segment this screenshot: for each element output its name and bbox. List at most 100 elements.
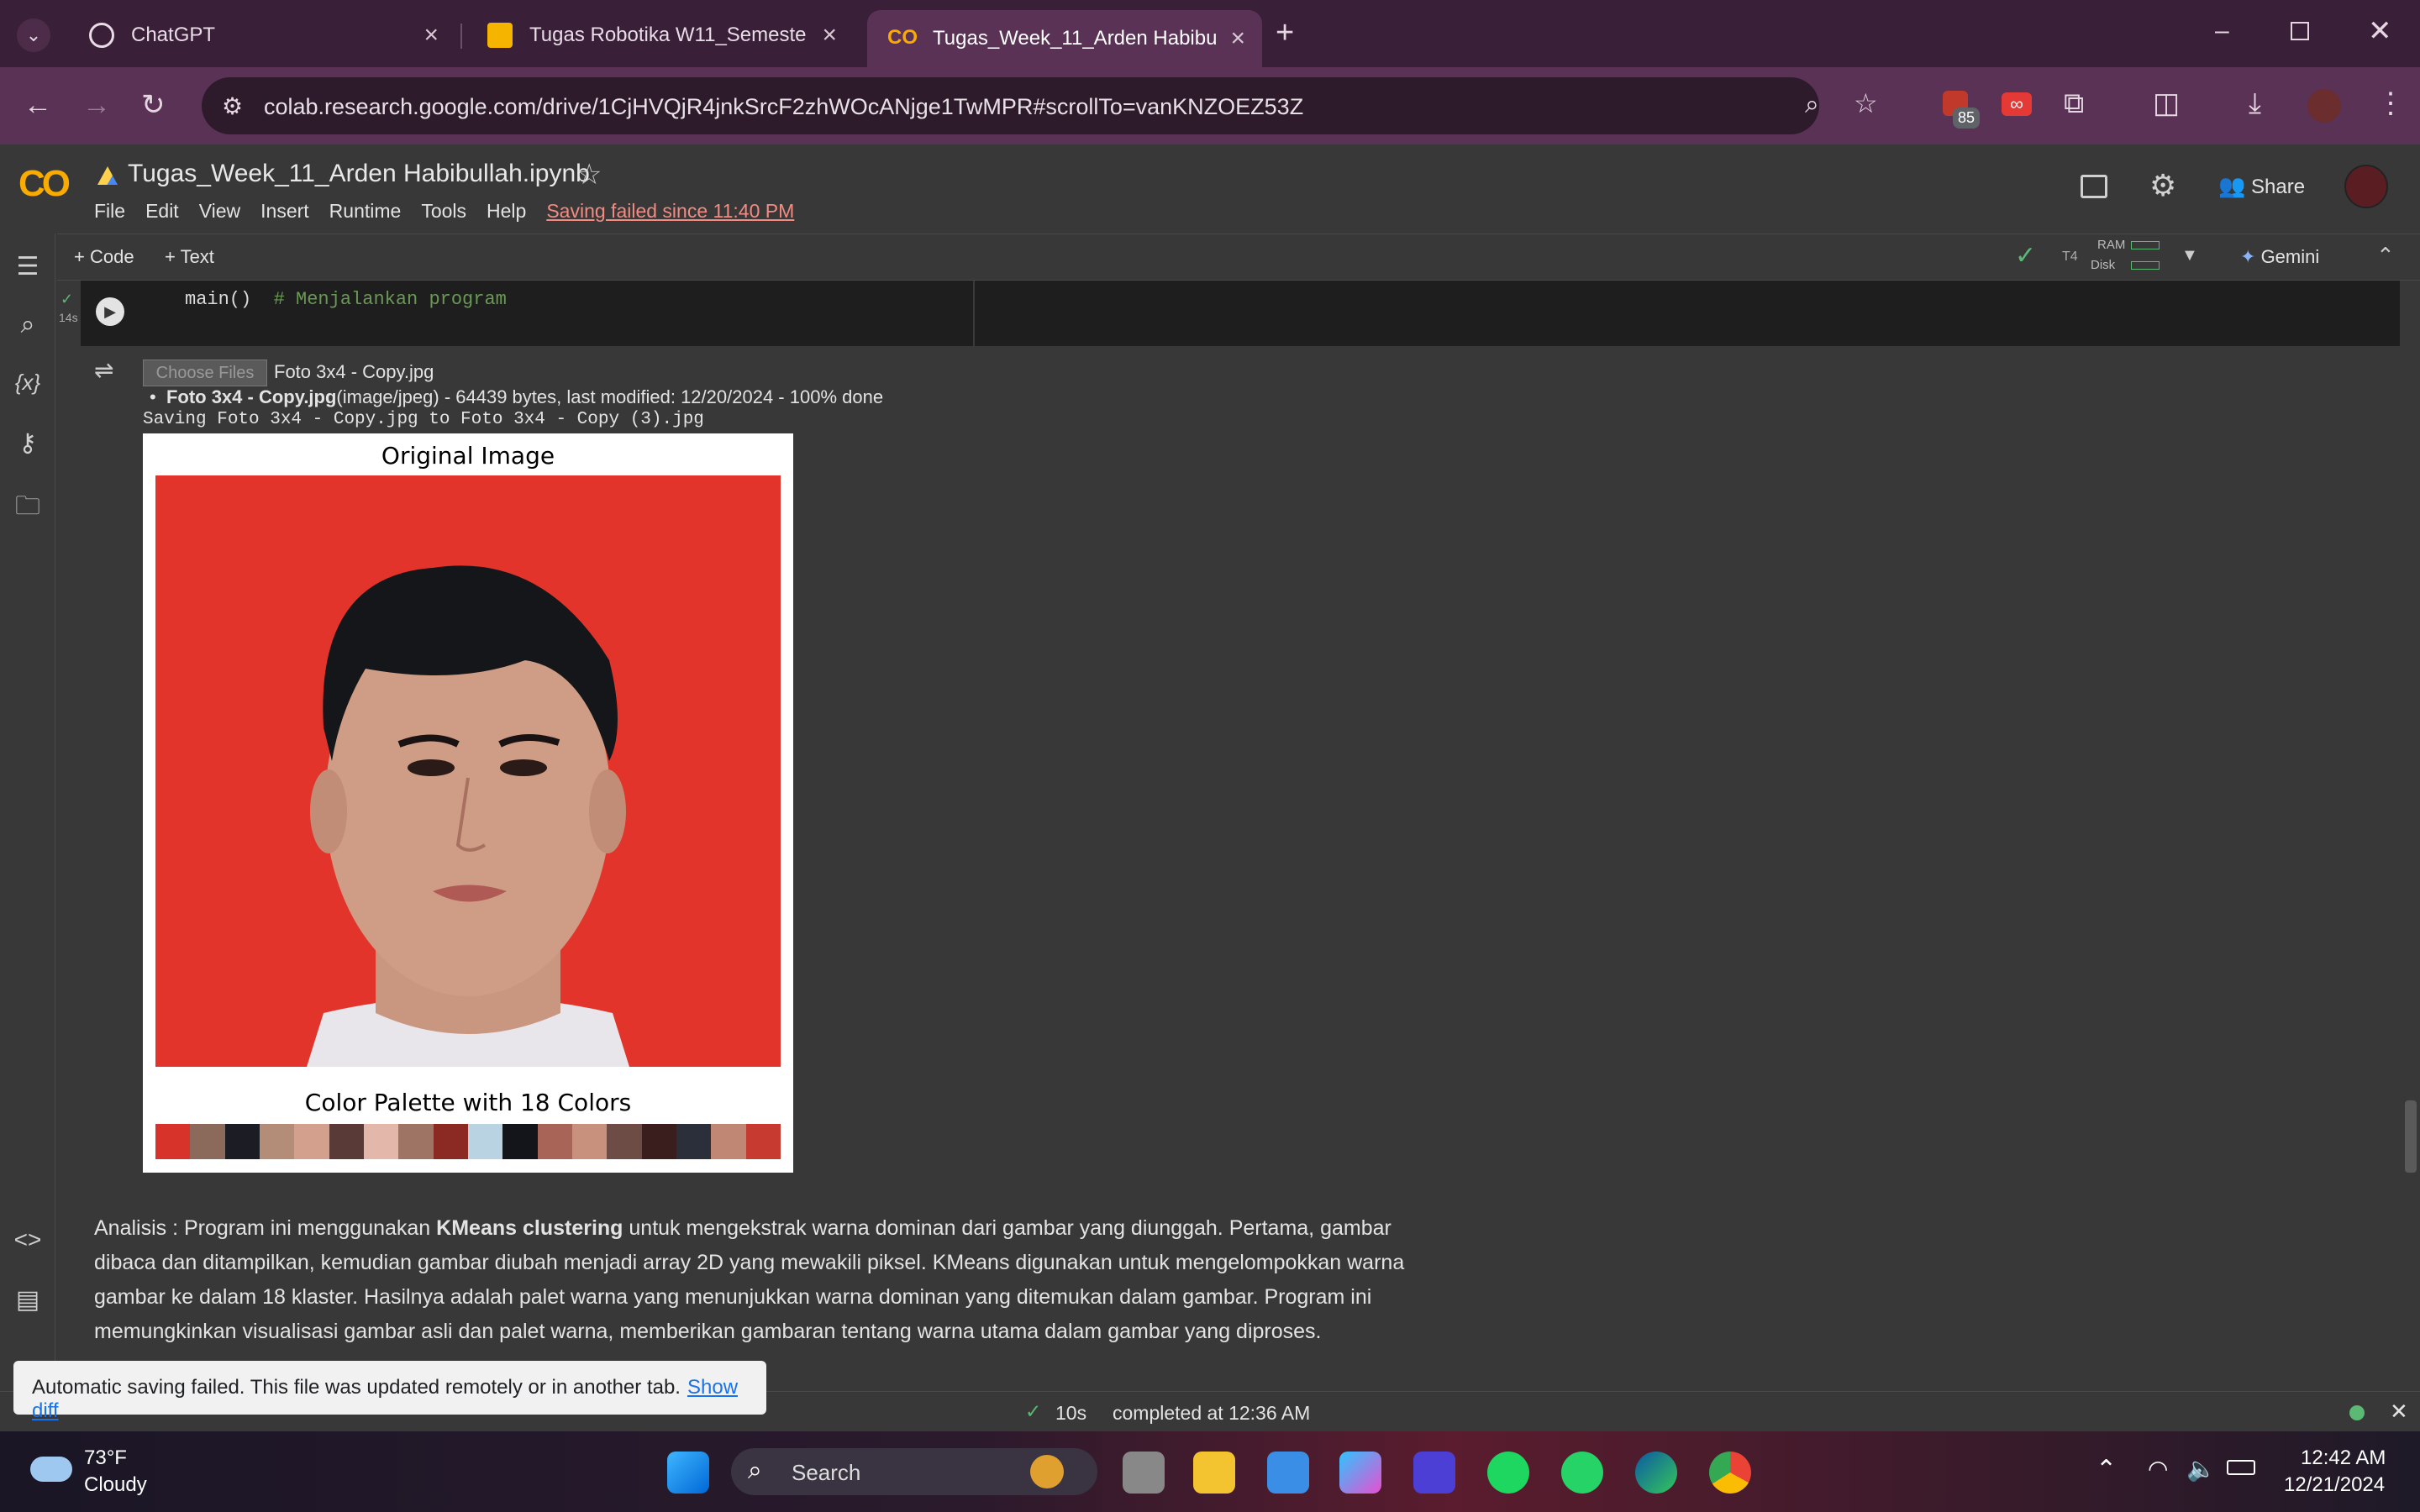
new-tab-icon[interactable]: +	[1276, 17, 1294, 49]
menu-tools[interactable]: Tools	[421, 200, 466, 223]
search-icon[interactable]: ⌕	[12, 311, 44, 343]
menu-file[interactable]: File	[94, 200, 125, 223]
runtime-status-dot	[2349, 1405, 2365, 1420]
browser-menu-icon[interactable]: ⋮	[2376, 89, 2405, 118]
close-icon[interactable]: ×	[822, 21, 837, 50]
variables-icon[interactable]: {x}	[12, 370, 44, 402]
file-explorer-icon[interactable]	[1193, 1452, 1235, 1494]
tab-separator	[460, 24, 462, 49]
forward-icon[interactable]: →	[82, 91, 111, 119]
browser-toolbar: ← → ↻ ⚙ colab.research.google.com/drive/…	[0, 67, 2420, 144]
menu-view[interactable]: View	[199, 200, 240, 223]
extensions-puzzle-icon[interactable]: ⧉	[2064, 89, 2084, 118]
minimize-icon[interactable]: –	[2215, 17, 2229, 45]
star-icon[interactable]: ☆	[576, 158, 602, 192]
close-icon[interactable]: ×	[1230, 24, 1245, 53]
weather-temp[interactable]: 73°F	[84, 1446, 127, 1470]
runtime-type[interactable]: T4	[2062, 249, 2078, 265]
files-folder-icon[interactable]: 🗀	[12, 487, 44, 520]
clock-date[interactable]: 12/21/2024	[2284, 1473, 2385, 1497]
add-code-button[interactable]: + Code	[74, 246, 134, 268]
tray-chevron-icon[interactable]: ⌃	[2096, 1455, 2117, 1484]
screenshot-icon[interactable]: ◫	[2153, 89, 2180, 118]
portrait-illustration	[155, 475, 781, 1067]
zoom-icon[interactable]: ⌕	[1805, 91, 1819, 119]
settings-gear-icon[interactable]: ⚙	[2149, 168, 2176, 203]
disk-label: Disk	[2091, 258, 2116, 272]
wifi-icon[interactable]: ◠	[2148, 1455, 2168, 1483]
table-of-contents-icon[interactable]: ☰	[12, 252, 44, 284]
disk-bar	[2131, 261, 2160, 270]
close-status-icon[interactable]: ✕	[2390, 1399, 2408, 1425]
clock-time[interactable]: 12:42 AM	[2301, 1446, 2386, 1470]
menu-help[interactable]: Help	[487, 200, 526, 223]
menu-runtime[interactable]: Runtime	[329, 200, 402, 223]
analysis-text-cell[interactable]: Analisis : Program ini menggunakan KMean…	[94, 1211, 1439, 1349]
close-window-icon[interactable]: ✕	[2368, 17, 2392, 45]
tab-search-chevron-icon[interactable]: ⌄	[17, 18, 50, 52]
scrollbar-thumb[interactable]	[2405, 1100, 2417, 1173]
runtime-dropdown-icon[interactable]: ▼	[2181, 246, 2198, 265]
palette-swatch	[676, 1124, 712, 1159]
browser-tab-bar: ⌄ ChatGPT × Tugas Robotika W11_Semester …	[0, 0, 2420, 67]
add-text-button[interactable]: + Text	[165, 246, 214, 268]
analysis-bold: KMeans clustering	[436, 1216, 623, 1240]
tab-chatgpt[interactable]: ChatGPT ×	[69, 10, 455, 60]
volume-icon[interactable]: 🔈	[2186, 1455, 2216, 1483]
reload-icon[interactable]: ↻	[141, 91, 166, 119]
code-cell[interactable]: ▶ main() # Menjalankan program	[81, 281, 2400, 346]
tab-tugas-robotika[interactable]: Tugas Robotika W11_Semester ×	[467, 10, 854, 60]
download-icon[interactable]: ⤓	[2249, 89, 2261, 118]
notebook-title[interactable]: Tugas_Week_11_Arden Habibullah.ipynb	[128, 160, 590, 188]
search-icon: ⌕	[748, 1457, 762, 1484]
palette-swatch	[502, 1124, 538, 1159]
output-toggle-icon[interactable]: ⇌	[94, 356, 113, 384]
bookmark-star-icon[interactable]: ☆	[1854, 89, 1878, 118]
colab-logo[interactable]: CO	[18, 163, 71, 205]
search-highlight-icon	[1030, 1455, 1064, 1488]
site-info-icon[interactable]: ⚙	[222, 92, 243, 121]
address-bar[interactable]: ⚙ colab.research.google.com/drive/1CjHVQ…	[202, 77, 1878, 134]
menu-edit[interactable]: Edit	[145, 200, 179, 223]
taskbar-search-box[interactable]: ⌕ Search	[731, 1448, 1097, 1495]
battery-icon[interactable]	[2227, 1460, 2255, 1475]
app-icon[interactable]	[1413, 1452, 1455, 1494]
command-palette-icon[interactable]: ▤	[12, 1285, 44, 1317]
palette-swatch	[329, 1124, 364, 1159]
status-duration: 10s	[1055, 1402, 1087, 1424]
gemini-sparkle-icon: ✦	[2240, 246, 2256, 267]
back-icon[interactable]: ←	[24, 91, 52, 119]
copilot-icon[interactable]	[1339, 1452, 1381, 1494]
whatsapp-icon[interactable]	[1561, 1452, 1603, 1494]
palette-swatch	[224, 1124, 260, 1159]
secrets-key-icon[interactable]: ⚷	[12, 428, 44, 460]
tab-colab-active[interactable]: CO Tugas_Week_11_Arden Habibul ×	[867, 10, 1262, 67]
code-line: main() # Menjalankan program	[185, 289, 507, 310]
edge-icon[interactable]	[1635, 1452, 1677, 1494]
task-view-icon[interactable]	[1123, 1452, 1165, 1494]
spotify-icon[interactable]	[1487, 1452, 1529, 1494]
run-cell-button[interactable]: ▶	[96, 297, 124, 326]
share-button[interactable]: 👥 Share	[2218, 173, 2305, 199]
drive-icon	[97, 166, 118, 185]
windows-start-icon[interactable]	[667, 1452, 709, 1494]
collapse-chevron-icon[interactable]: ⌃	[2376, 243, 2395, 269]
notebook-toolbar: + Code + Text ✓ T4 RAM Disk ▼ ✦ Gemini ⌃	[57, 234, 2420, 281]
choose-files-button[interactable]: Choose Files	[143, 360, 267, 386]
code-snippets-icon[interactable]: <>	[12, 1226, 44, 1258]
restore-icon[interactable]	[2291, 22, 2309, 40]
user-avatar[interactable]	[2344, 165, 2388, 208]
code-comment: # Menjalankan program	[273, 289, 507, 310]
profile-avatar[interactable]	[2307, 89, 2341, 123]
toast-message: Automatic saving failed. This file was u…	[32, 1376, 681, 1399]
comment-icon[interactable]	[2081, 175, 2107, 198]
weather-cloud-icon[interactable]	[30, 1457, 72, 1482]
saving-failed-status[interactable]: Saving failed since 11:40 PM	[546, 200, 794, 223]
gemini-button[interactable]: ✦ Gemini	[2240, 246, 2319, 268]
microsoft-store-icon[interactable]	[1267, 1452, 1309, 1494]
infinity-extension-icon[interactable]: ∞	[2002, 92, 2032, 116]
weather-desc[interactable]: Cloudy	[84, 1473, 147, 1497]
chrome-icon[interactable]	[1709, 1452, 1751, 1494]
menu-insert[interactable]: Insert	[260, 200, 309, 223]
close-icon[interactable]: ×	[424, 21, 439, 50]
